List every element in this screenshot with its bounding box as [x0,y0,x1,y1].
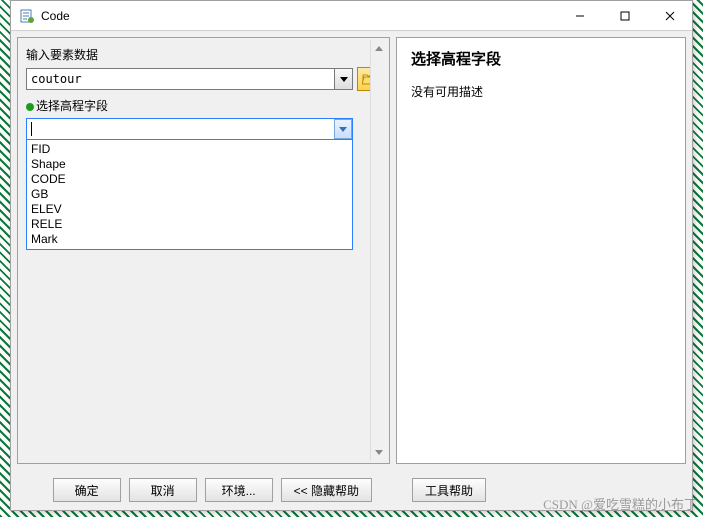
content-area: 输入要素数据 选择高程字段 FID Shape CODE GB [11,31,692,470]
elevation-field-dropdown-button[interactable] [334,119,352,139]
required-marker-icon [26,103,34,111]
input-feature-label: 输入要素数据 [26,46,381,63]
elevation-field-input[interactable] [26,118,353,140]
titlebar: Code [11,1,692,31]
window-title: Code [41,9,557,23]
environments-button[interactable]: 环境... [205,478,273,502]
watermark: CSDN @爱吃雪糕的小布丁 [543,494,697,513]
list-item[interactable]: CODE [27,172,352,187]
help-panel: 选择高程字段 没有可用描述 [396,37,686,464]
input-feature-row [26,67,381,91]
list-item[interactable]: Shape [27,157,352,172]
list-item[interactable]: Mark [27,232,352,247]
tool-help-button[interactable]: 工具帮助 [412,478,486,502]
help-body: 没有可用描述 [411,83,671,100]
list-item[interactable]: RELE [27,217,352,232]
ok-button[interactable]: 确定 [53,478,121,502]
panel-scrollbar[interactable] [370,40,387,461]
text-caret [31,122,32,136]
input-feature-field[interactable] [26,68,335,90]
close-button[interactable] [647,1,692,30]
list-item[interactable]: ELEV [27,202,352,217]
hide-help-button[interactable]: << 隐藏帮助 [281,478,372,502]
cancel-button[interactable]: 取消 [129,478,197,502]
scroll-up-button[interactable] [371,40,387,57]
help-title: 选择高程字段 [411,48,671,69]
input-feature-dropdown-button[interactable] [335,68,353,90]
minimize-button[interactable] [557,1,602,30]
maximize-button[interactable] [602,1,647,30]
app-icon [19,8,35,24]
dialog-window: Code 输入要素数据 选择高程字段 [10,0,693,511]
elevation-field-label: 选择高程字段 [26,97,381,114]
parameters-panel: 输入要素数据 选择高程字段 FID Shape CODE GB [17,37,390,464]
list-item[interactable]: FID [27,142,352,157]
elevation-field-dropdown-list: FID Shape CODE GB ELEV RELE Mark [26,140,353,250]
list-item[interactable]: GB [27,187,352,202]
elevation-field-combo[interactable]: FID Shape CODE GB ELEV RELE Mark [26,118,353,140]
window-controls [557,1,692,30]
scroll-down-button[interactable] [371,444,387,461]
